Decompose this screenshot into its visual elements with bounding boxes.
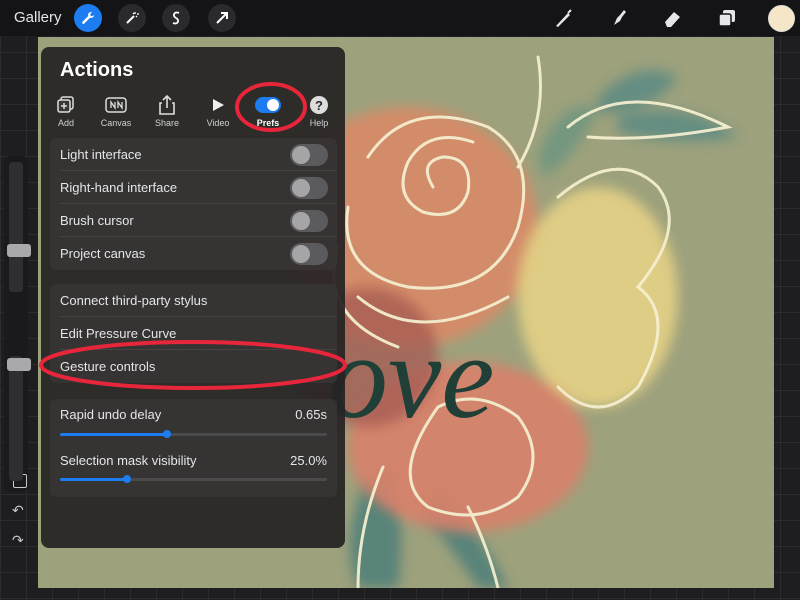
tab-add[interactable]: Add bbox=[46, 95, 86, 128]
color-picker-button[interactable] bbox=[768, 5, 795, 32]
actions-panel: Actions Add Canvas Share Video Prefs ? H… bbox=[41, 47, 345, 548]
share-icon bbox=[147, 95, 187, 115]
rapid-undo-knob[interactable] bbox=[162, 430, 171, 438]
transform-arrow-icon[interactable] bbox=[208, 4, 236, 32]
tab-help[interactable]: ? Help bbox=[299, 95, 339, 128]
magic-wand-icon[interactable] bbox=[118, 4, 146, 32]
toggles-group: Light interface Right-hand interface Bru… bbox=[50, 138, 337, 270]
brush-size-slider[interactable] bbox=[9, 162, 23, 292]
selection-mask-slider[interactable] bbox=[60, 475, 327, 483]
selection-mask-row: Selection mask visibility 25.0% bbox=[50, 445, 337, 490]
sliders-group: Rapid undo delay 0.65s Selection mask vi… bbox=[50, 399, 337, 497]
toggle-row-light-interface: Light interface bbox=[50, 138, 337, 171]
video-icon bbox=[198, 95, 238, 115]
add-icon bbox=[46, 95, 86, 115]
love-lettering: ove bbox=[328, 310, 495, 443]
rapid-undo-slider[interactable] bbox=[60, 430, 327, 438]
rapid-undo-row: Rapid undo delay 0.65s bbox=[50, 399, 337, 444]
right-hand-interface-toggle[interactable] bbox=[290, 177, 328, 199]
layers-icon[interactable] bbox=[714, 5, 740, 31]
redo-icon[interactable]: ↷ bbox=[12, 532, 24, 549]
project-canvas-toggle[interactable] bbox=[290, 243, 328, 265]
gesture-controls-button[interactable]: Gesture controls bbox=[50, 350, 337, 383]
brush-size-knob[interactable] bbox=[7, 244, 31, 257]
undo-icon[interactable]: ↶ bbox=[12, 502, 24, 519]
selection-mask-knob[interactable] bbox=[122, 475, 131, 483]
tab-share[interactable]: Share bbox=[147, 95, 187, 128]
prefs-toggle-icon bbox=[248, 95, 288, 115]
top-toolbar: Gallery bbox=[0, 0, 800, 36]
brush-icon[interactable] bbox=[550, 5, 576, 31]
gallery-button[interactable]: Gallery bbox=[14, 9, 62, 26]
brush-cursor-toggle[interactable] bbox=[290, 210, 328, 232]
links-group: Connect third-party stylus Edit Pressure… bbox=[50, 284, 337, 383]
connect-stylus-button[interactable]: Connect third-party stylus bbox=[50, 284, 337, 317]
toggle-row-right-hand: Right-hand interface bbox=[50, 171, 337, 204]
svg-text:?: ? bbox=[315, 98, 323, 113]
tab-prefs[interactable]: Prefs bbox=[248, 95, 288, 128]
canvas-icon bbox=[96, 95, 136, 115]
edit-pressure-curve-button[interactable]: Edit Pressure Curve bbox=[50, 317, 337, 350]
left-sidebar: ↶ ↷ bbox=[4, 156, 31, 548]
smudge-icon[interactable] bbox=[606, 5, 632, 31]
tab-canvas[interactable]: Canvas bbox=[96, 95, 136, 128]
panel-title: Actions bbox=[60, 59, 134, 81]
light-interface-toggle[interactable] bbox=[290, 144, 328, 166]
help-icon: ? bbox=[299, 95, 339, 115]
tab-video[interactable]: Video bbox=[198, 95, 238, 128]
opacity-knob[interactable] bbox=[7, 358, 31, 371]
toggle-row-brush-cursor: Brush cursor bbox=[50, 204, 337, 237]
wrench-icon[interactable] bbox=[74, 4, 102, 32]
toggle-row-project-canvas: Project canvas bbox=[50, 237, 337, 270]
selection-icon[interactable] bbox=[162, 4, 190, 32]
opacity-slider[interactable] bbox=[9, 356, 23, 481]
eraser-icon[interactable] bbox=[659, 5, 685, 31]
